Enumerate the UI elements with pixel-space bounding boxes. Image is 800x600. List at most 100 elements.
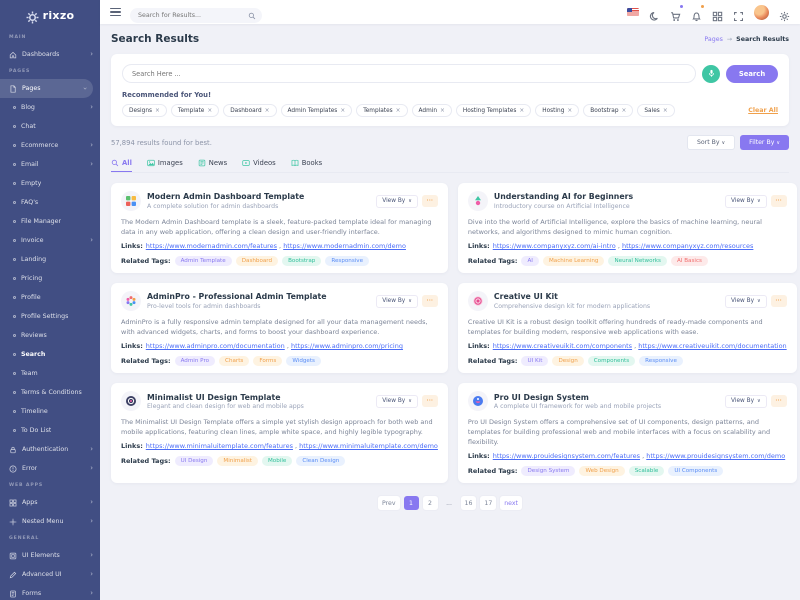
filter-tag-template[interactable]: Template×: [171, 104, 219, 117]
logo[interactable]: rixzo: [0, 0, 100, 30]
more-options-button[interactable]: ···: [422, 195, 438, 207]
result-link[interactable]: https://www.companyxyz.com/ai-intro: [493, 242, 616, 250]
filter-tag-designs[interactable]: Designs×: [122, 104, 167, 117]
related-tag-scalable[interactable]: Scalable: [629, 466, 665, 476]
search-button[interactable]: Search: [726, 65, 778, 83]
menu-toggle-icon[interactable]: [110, 8, 121, 16]
related-tag-ui-kit[interactable]: UI Kit: [521, 356, 548, 366]
remove-tag-icon[interactable]: ×: [663, 108, 668, 114]
related-tag-ui-design[interactable]: UI Design: [175, 456, 214, 466]
sidebar-item-blog[interactable]: Blog›: [0, 98, 100, 117]
sidebar-item-faq-s[interactable]: FAQ's: [0, 193, 100, 212]
related-tag-forms[interactable]: Forms: [253, 356, 282, 366]
remove-tag-icon[interactable]: ×: [396, 108, 401, 114]
result-link[interactable]: https://www.modernadmin.com/features: [146, 242, 277, 250]
remove-tag-icon[interactable]: ×: [567, 108, 572, 114]
tab-books[interactable]: Books: [291, 159, 322, 172]
sidebar-item-error[interactable]: Error›: [0, 459, 100, 478]
result-link[interactable]: https://www.prouidesignsystem.com/demo: [646, 452, 785, 460]
sidebar-item-nested-menu[interactable]: Nested Menu›: [0, 512, 100, 531]
sidebar-item-empty[interactable]: Empty: [0, 174, 100, 193]
remove-tag-icon[interactable]: ×: [622, 108, 627, 114]
related-tag-machine-learning[interactable]: Machine Learning: [543, 256, 604, 266]
result-link[interactable]: https://www.companyxyz.com/resources: [622, 242, 753, 250]
sidebar-item-authentication[interactable]: Authentication›: [0, 440, 100, 459]
filter-tag-sales[interactable]: Sales×: [637, 104, 674, 117]
search-icon[interactable]: [248, 5, 256, 13]
view-by-button[interactable]: View By∨: [376, 195, 418, 208]
pagination-page-16[interactable]: 16: [461, 496, 477, 510]
related-tag-dashboard[interactable]: Dashboard: [236, 256, 278, 266]
filter-tag-bootstrap[interactable]: Bootstrap×: [583, 104, 633, 117]
result-title[interactable]: Creative UI Kit: [494, 292, 650, 301]
result-link[interactable]: https://www.modernadmin.com/demo: [283, 242, 406, 250]
view-by-button[interactable]: View By∨: [725, 395, 767, 408]
results-search-input[interactable]: [122, 64, 696, 83]
pagination-page-17[interactable]: 17: [480, 496, 496, 510]
remove-tag-icon[interactable]: ×: [207, 108, 212, 114]
apps-grid-icon[interactable]: [712, 7, 723, 18]
result-link[interactable]: https://www.adminpro.com/pricing: [291, 342, 403, 350]
related-tag-design[interactable]: Design: [552, 356, 583, 366]
sidebar-item-apps[interactable]: Apps›: [0, 493, 100, 512]
related-tag-minimalist[interactable]: Minimalist: [217, 456, 258, 466]
tab-news[interactable]: News: [198, 159, 227, 172]
settings-gear-icon[interactable]: [779, 7, 790, 18]
clear-all-link[interactable]: Clear All: [748, 107, 778, 114]
result-link[interactable]: https://www.creativeuikit.com/components: [493, 342, 632, 350]
related-tag-ai-basics[interactable]: AI Basics: [671, 256, 708, 266]
pagination-prev-button[interactable]: Prev: [378, 496, 400, 510]
result-link[interactable]: https://www.creativeuikit.com/documentat…: [638, 342, 786, 350]
more-options-button[interactable]: ···: [771, 195, 787, 207]
tab-images[interactable]: Images: [147, 159, 183, 172]
sidebar-item-timeline[interactable]: Timeline: [0, 402, 100, 421]
sidebar-item-dashboards[interactable]: Dashboards›: [0, 45, 100, 64]
result-link[interactable]: https://www.prouidesignsystem.com/featur…: [493, 452, 640, 460]
filter-tag-hosting[interactable]: Hosting×: [535, 104, 579, 117]
sidebar-item-pages[interactable]: Pages›: [0, 79, 93, 98]
filter-tag-hosting-templates[interactable]: Hosting Templates×: [456, 104, 531, 117]
related-tag-admin-pro[interactable]: Admin Pro: [175, 356, 215, 366]
sidebar-item-email[interactable]: Email›: [0, 155, 100, 174]
tab-all[interactable]: All: [111, 159, 132, 172]
result-title[interactable]: Understanding AI for Beginners: [494, 192, 633, 201]
related-tag-ai[interactable]: AI: [521, 256, 538, 266]
sidebar-item-chat[interactable]: Chat: [0, 117, 100, 136]
filter-tag-templates[interactable]: Templates×: [356, 104, 407, 117]
sidebar-item-advanced-ui[interactable]: Advanced UI›: [0, 565, 100, 584]
sidebar-item-profile-settings[interactable]: Profile Settings: [0, 307, 100, 326]
result-link[interactable]: https://www.minimaluitemplate.com/demo: [299, 442, 438, 450]
related-tag-admin-template[interactable]: Admin Template: [175, 256, 232, 266]
related-tag-web-design[interactable]: Web Design: [579, 466, 624, 476]
sort-by-button[interactable]: Sort By ∨: [687, 135, 735, 150]
pagination-page-2[interactable]: 2: [423, 496, 438, 510]
result-link[interactable]: https://www.minimaluitemplate.com/featur…: [146, 442, 293, 450]
tab-videos[interactable]: Videos: [242, 159, 276, 172]
more-options-button[interactable]: ···: [422, 395, 438, 407]
filter-by-button[interactable]: Filter By ∨: [740, 135, 789, 150]
filter-tag-admin[interactable]: Admin×: [412, 104, 452, 117]
sidebar-item-forms[interactable]: Forms›: [0, 584, 100, 600]
related-tag-mobile[interactable]: Mobile: [262, 456, 292, 466]
result-title[interactable]: Pro UI Design System: [494, 393, 661, 402]
remove-tag-icon[interactable]: ×: [340, 108, 345, 114]
sidebar-item-ecommerce[interactable]: Ecommerce›: [0, 136, 100, 155]
view-by-button[interactable]: View By∨: [725, 295, 767, 308]
related-tag-design-system[interactable]: Design System: [521, 466, 575, 476]
sidebar-item-team[interactable]: Team: [0, 364, 100, 383]
remove-tag-icon[interactable]: ×: [265, 108, 270, 114]
filter-tag-admin-templates[interactable]: Admin Templates×: [281, 104, 353, 117]
related-tag-bootstrap[interactable]: Bootstrap: [282, 256, 321, 266]
sidebar-item-reviews[interactable]: Reviews: [0, 326, 100, 345]
sidebar-item-search[interactable]: Search: [0, 345, 100, 364]
result-title[interactable]: Minimalist UI Design Template: [147, 393, 304, 402]
notifications-bell-icon[interactable]: [691, 7, 702, 18]
remove-tag-icon[interactable]: ×: [519, 108, 524, 114]
more-options-button[interactable]: ···: [771, 395, 787, 407]
result-title[interactable]: Modern Admin Dashboard Template: [147, 192, 304, 201]
topbar-search-input[interactable]: [130, 8, 262, 23]
pagination-next-button[interactable]: next: [500, 496, 522, 510]
related-tag-responsive[interactable]: Responsive: [639, 356, 683, 366]
sidebar-item-terms-conditions[interactable]: Terms & Conditions: [0, 383, 100, 402]
filter-tag-dashboard[interactable]: Dashboard×: [223, 104, 276, 117]
